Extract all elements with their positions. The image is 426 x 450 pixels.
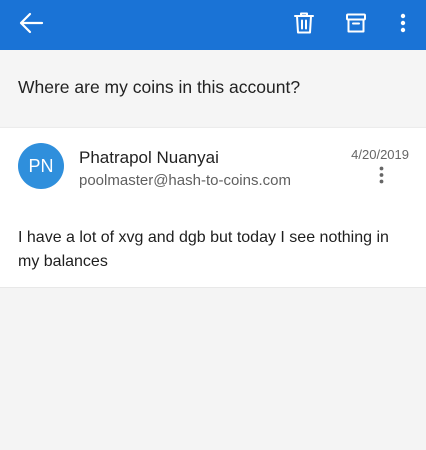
avatar[interactable]: PN: [18, 143, 64, 189]
trash-icon: [293, 11, 315, 40]
message-more-button[interactable]: [372, 166, 390, 188]
delete-button[interactable]: [284, 0, 324, 50]
archive-button[interactable]: [336, 0, 376, 50]
card-divider: [0, 287, 426, 288]
archive-icon: [345, 12, 367, 39]
email-subject: Where are my coins in this account?: [18, 77, 301, 97]
more-options-button[interactable]: [386, 0, 420, 50]
sender-email: poolmaster@hash-to-coins.com: [79, 172, 291, 189]
more-vertical-icon: [400, 13, 406, 38]
arrow-left-icon: [18, 12, 44, 39]
subject-bar: Where are my coins in this account?: [0, 50, 426, 126]
message-body: I have a lot of xvg and dgb but today I …: [18, 229, 389, 270]
back-button[interactable]: [6, 0, 56, 50]
message-date: 4/20/2019: [351, 147, 409, 162]
app-toolbar: [0, 0, 426, 50]
more-vertical-icon: [379, 166, 384, 189]
message-card[interactable]: PN Phatrapol Nuanyai poolmaster@hash-to-…: [0, 127, 426, 288]
avatar-initials: PN: [28, 155, 54, 176]
sender-name: Phatrapol Nuanyai: [79, 148, 219, 167]
